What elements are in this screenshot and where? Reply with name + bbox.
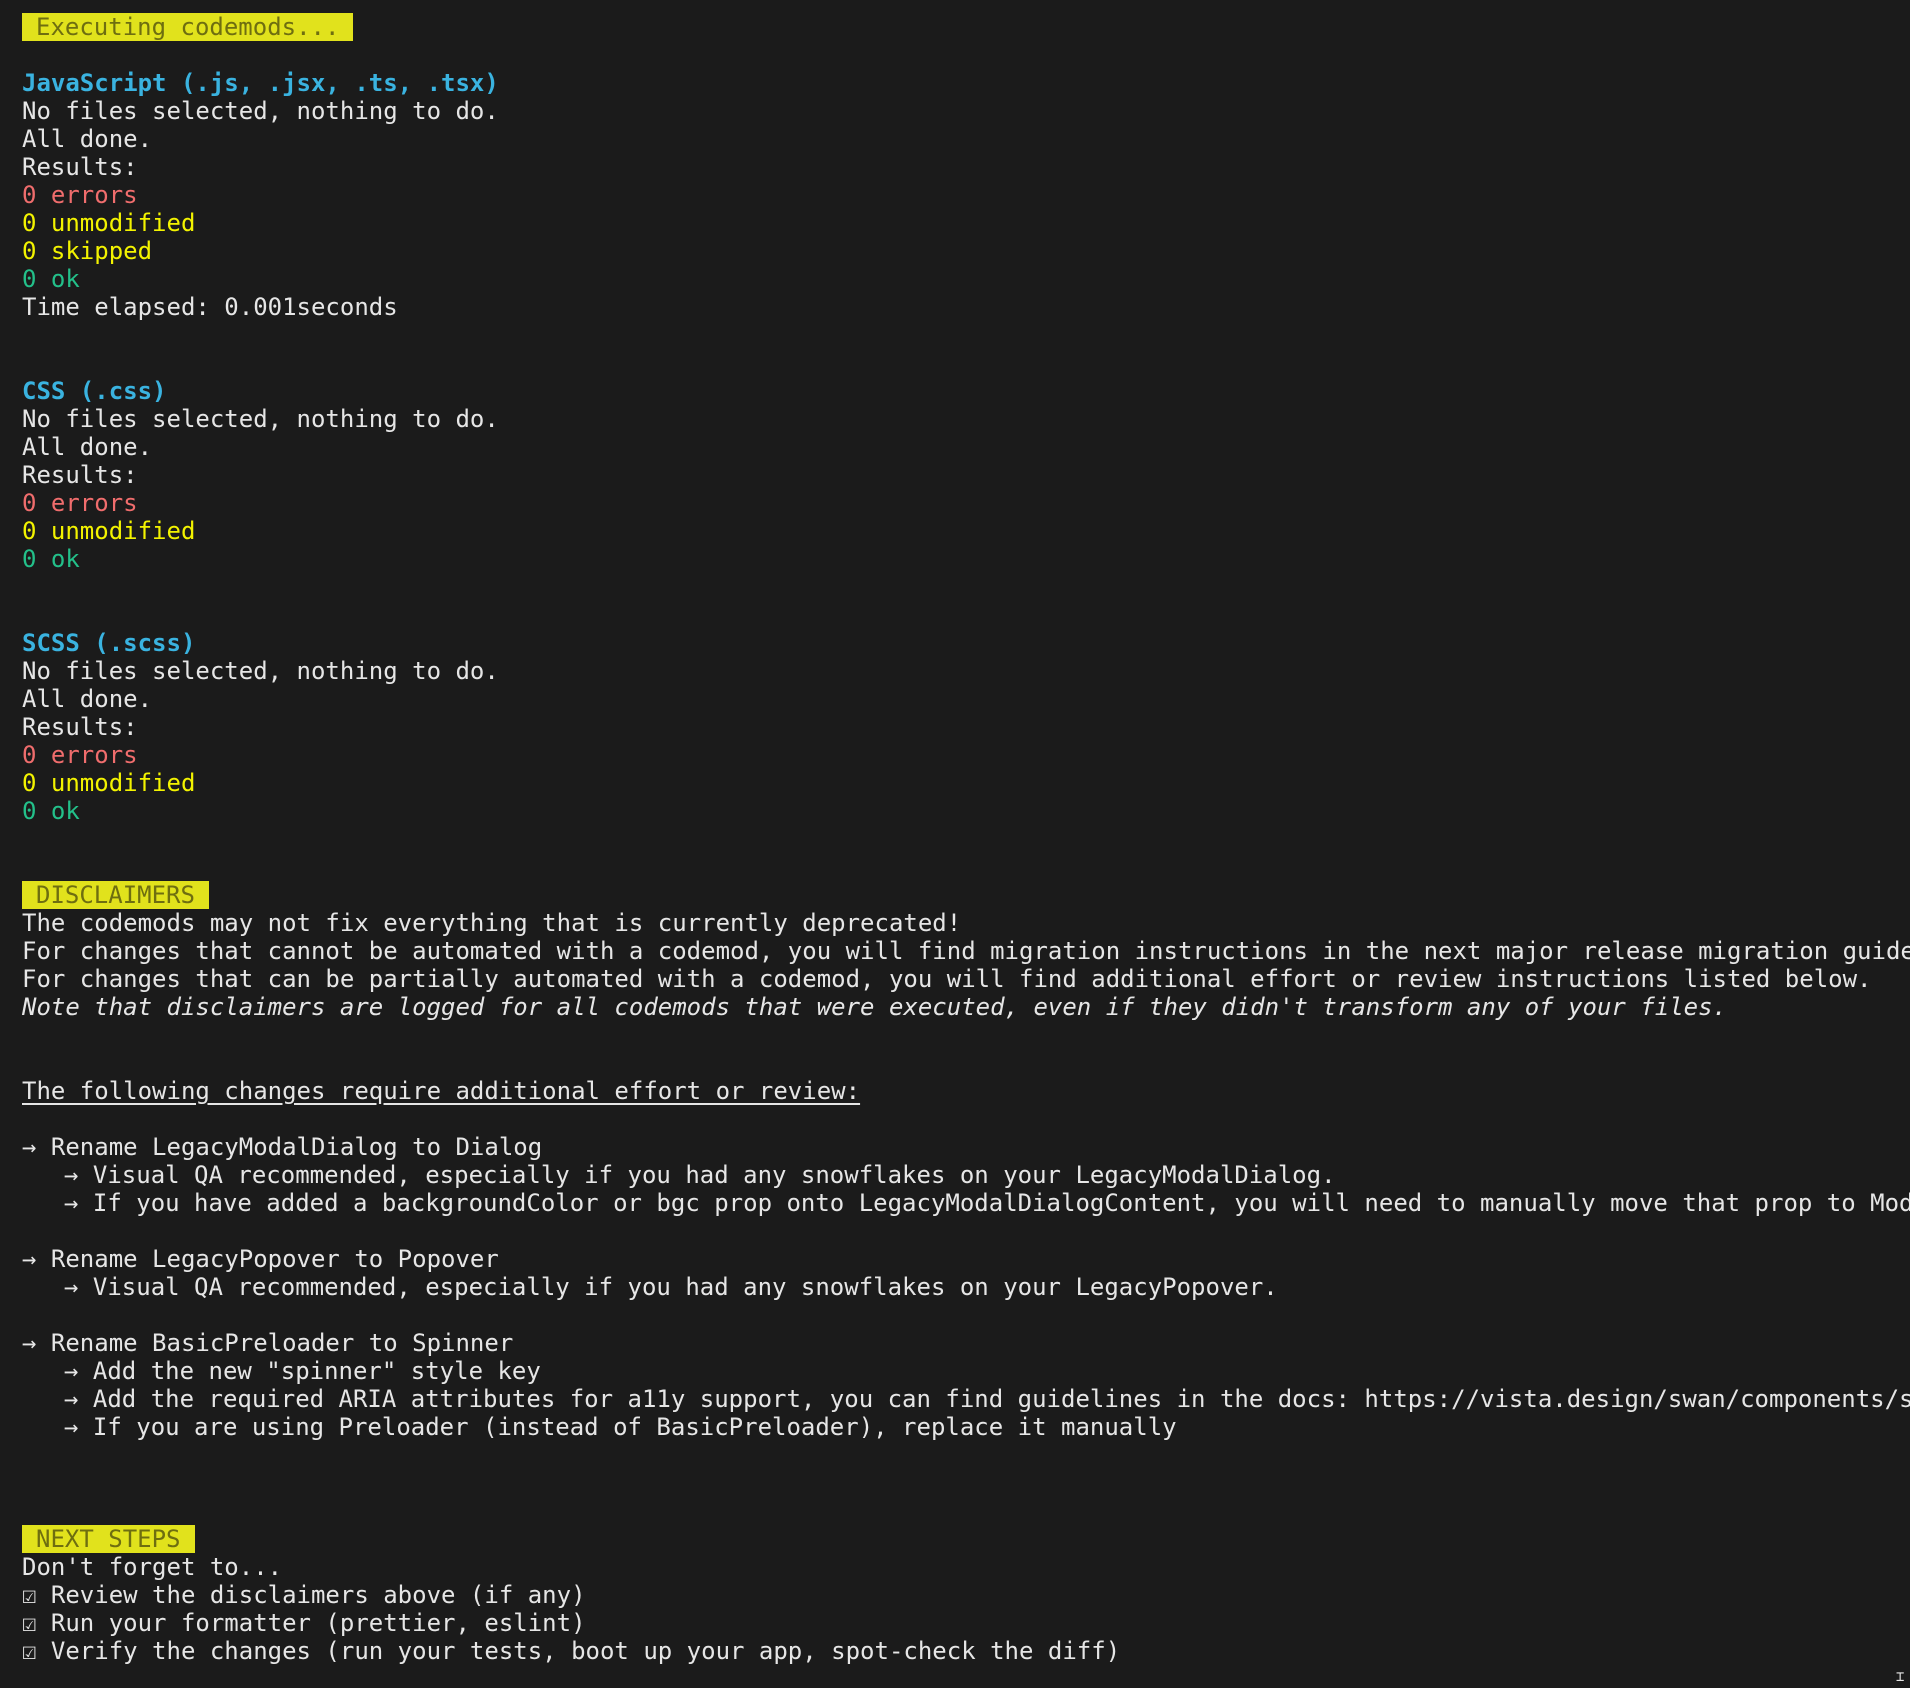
next-steps-section: NEXT STEPS Don't forget to... ☑ Review t… [22, 1525, 1910, 1665]
mouse-cursor-icon: ⌶ [1896, 1669, 1905, 1685]
review-item-detail: → Add the required ARIA attributes for a… [64, 1385, 1910, 1413]
section-scss: SCSS (.scss) No files selected, nothing … [22, 629, 1910, 825]
executing-banner: Executing codemods... [22, 13, 354, 41]
section-heading: JavaScript (.js, .jsx, .ts, .tsx) [22, 69, 499, 97]
unmodified-count: 0 unmodified [22, 517, 196, 545]
section-css: CSS (.css) No files selected, nothing to… [22, 377, 1910, 573]
checklist-item: ☑ Run your formatter (prettier, eslint) [22, 1609, 586, 1637]
disclaimer-line: The codemods may not fix everything that… [22, 909, 962, 937]
time-elapsed: Time elapsed: 0.001seconds [22, 293, 398, 321]
ok-count: 0 ok [22, 797, 80, 825]
checklist-item: ☑ Review the disclaimers above (if any) [22, 1581, 586, 1609]
review-item-detail: → Visual QA recommended, especially if y… [64, 1273, 1278, 1301]
disclaimer-line: For changes that can be partially automa… [22, 965, 1872, 993]
review-item-detail: → Add the new "spinner" style key [64, 1357, 541, 1385]
results-label: Results: [22, 153, 138, 181]
review-item-title: → Rename LegacyPopover to Popover [22, 1245, 499, 1273]
section-heading: SCSS (.scss) [22, 629, 196, 657]
errors-count: 0 errors [22, 181, 138, 209]
review-heading: The following changes require additional… [22, 1077, 861, 1105]
all-done-text: All done. [22, 125, 153, 153]
results-label: Results: [22, 713, 138, 741]
section-heading: CSS (.css) [22, 377, 167, 405]
disclaimers-section: DISCLAIMERS The codemods may not fix eve… [22, 881, 1910, 1441]
errors-count: 0 errors [22, 741, 138, 769]
next-steps-banner: NEXT STEPS [22, 1525, 195, 1553]
errors-count: 0 errors [22, 489, 138, 517]
all-done-text: All done. [22, 685, 153, 713]
review-item-detail: → Visual QA recommended, especially if y… [64, 1161, 1336, 1189]
review-item-detail: → If you have added a backgroundColor or… [64, 1189, 1910, 1217]
next-steps-intro: Don't forget to... [22, 1553, 283, 1581]
section-javascript: JavaScript (.js, .jsx, .ts, .tsx) No fil… [22, 69, 1910, 321]
review-item-title: → Rename LegacyModalDialog to Dialog [22, 1133, 543, 1161]
unmodified-count: 0 unmodified [22, 769, 196, 797]
no-files-text: No files selected, nothing to do. [22, 97, 499, 125]
unmodified-count: 0 unmodified [22, 209, 196, 237]
all-done-text: All done. [22, 433, 153, 461]
checklist-item: ☑ Verify the changes (run your tests, bo… [22, 1637, 1121, 1665]
disclaimer-line: For changes that cannot be automated wit… [22, 937, 1910, 965]
review-item: → Rename LegacyPopover to Popover → Visu… [22, 1245, 1910, 1301]
results-label: Results: [22, 461, 138, 489]
disclaimer-note: Note that disclaimers are logged for all… [22, 993, 1728, 1021]
terminal-output[interactable]: Executing codemods... JavaScript (.js, .… [0, 0, 1910, 1688]
skipped-count: 0 skipped [22, 237, 153, 265]
review-item-detail: → If you are using Preloader (instead of… [64, 1413, 1177, 1441]
no-files-text: No files selected, nothing to do. [22, 657, 499, 685]
disclaimers-banner: DISCLAIMERS [22, 881, 209, 909]
review-item: → Rename LegacyModalDialog to Dialog → V… [22, 1133, 1910, 1217]
review-item-title: → Rename BasicPreloader to Spinner [22, 1329, 514, 1357]
review-item: → Rename BasicPreloader to Spinner → Add… [22, 1329, 1910, 1441]
ok-count: 0 ok [22, 545, 80, 573]
ok-count: 0 ok [22, 265, 80, 293]
no-files-text: No files selected, nothing to do. [22, 405, 499, 433]
